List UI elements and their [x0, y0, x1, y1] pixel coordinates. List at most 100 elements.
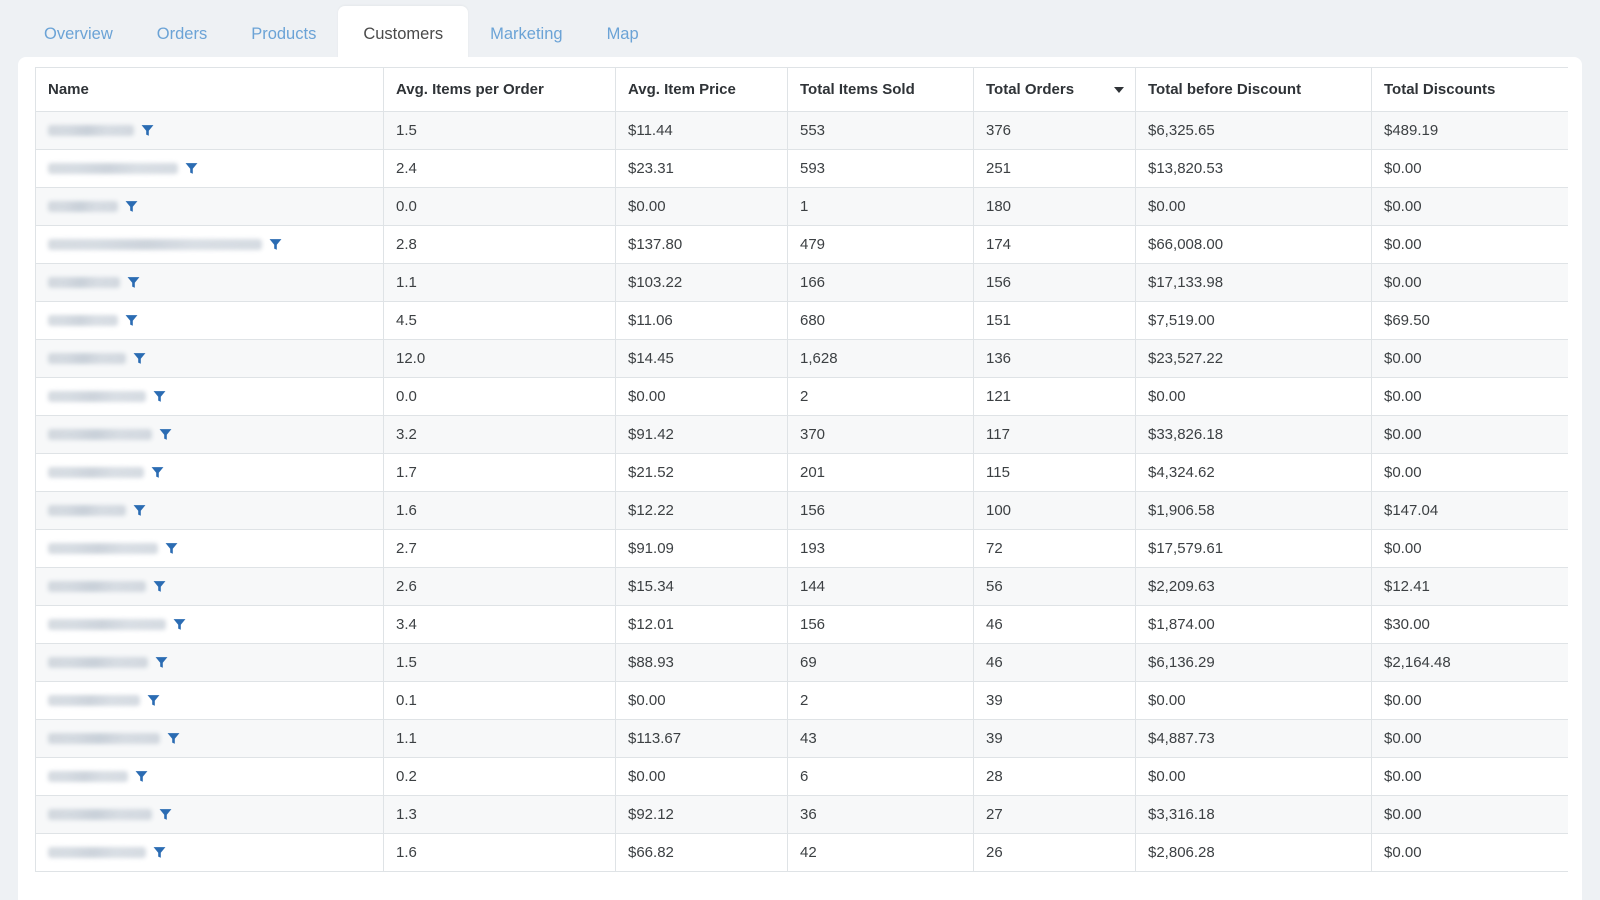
- table-row[interactable]: 2.4 $23.31 593 251 $13,820.53 $0.00: [35, 149, 1568, 188]
- table-row[interactable]: 2.6 $15.34 144 56 $2,209.63 $12.41: [35, 567, 1568, 606]
- filter-funnel-icon[interactable]: [153, 846, 166, 859]
- cell-total-discounts: $0.00: [1371, 795, 1568, 834]
- filter-funnel-icon[interactable]: [159, 428, 172, 441]
- tab-products[interactable]: Products: [229, 12, 338, 56]
- redacted-customer-name: [48, 429, 152, 440]
- cell-total-discounts: $0.00: [1371, 833, 1568, 872]
- cell-avg-items-per-order: 0.0: [383, 187, 616, 226]
- cell-customer-name[interactable]: [35, 415, 384, 454]
- cell-customer-name[interactable]: [35, 757, 384, 796]
- cell-total-discounts: $0.00: [1371, 719, 1568, 758]
- cell-customer-name[interactable]: [35, 263, 384, 302]
- filter-funnel-icon[interactable]: [125, 314, 138, 327]
- cell-customer-name[interactable]: [35, 111, 384, 150]
- table-row[interactable]: 3.2 $91.42 370 117 $33,826.18 $0.00: [35, 415, 1568, 454]
- cell-customer-name[interactable]: [35, 187, 384, 226]
- table-row[interactable]: 2.8 $137.80 479 174 $66,008.00 $0.00: [35, 225, 1568, 264]
- column-header-avg-item-price[interactable]: Avg. Item Price: [615, 67, 788, 112]
- column-header-total-orders[interactable]: Total Orders: [973, 67, 1136, 112]
- cell-customer-name[interactable]: [35, 377, 384, 416]
- cell-customer-name[interactable]: [35, 681, 384, 720]
- filter-funnel-icon[interactable]: [167, 732, 180, 745]
- column-header-label: Avg. Items per Order: [396, 81, 544, 98]
- cell-customer-name[interactable]: [35, 339, 384, 378]
- cell-avg-item-price: $137.80: [615, 225, 788, 264]
- cell-total-before-discount: $0.00: [1135, 757, 1372, 796]
- cell-avg-item-price: $14.45: [615, 339, 788, 378]
- filter-funnel-icon[interactable]: [147, 694, 160, 707]
- filter-funnel-icon[interactable]: [173, 618, 186, 631]
- table-row[interactable]: 0.0 $0.00 1 180 $0.00 $0.00: [35, 187, 1568, 226]
- cell-customer-name[interactable]: [35, 225, 384, 264]
- cell-customer-name[interactable]: [35, 795, 384, 834]
- cell-customer-name[interactable]: [35, 529, 384, 568]
- redacted-customer-name: [48, 505, 126, 516]
- filter-funnel-icon[interactable]: [151, 466, 164, 479]
- cell-customer-name[interactable]: [35, 719, 384, 758]
- tab-overview[interactable]: Overview: [22, 12, 135, 56]
- redacted-customer-name: [48, 391, 146, 402]
- filter-funnel-icon[interactable]: [153, 580, 166, 593]
- column-header-total-before-discount[interactable]: Total before Discount: [1135, 67, 1372, 112]
- table-row[interactable]: 1.6 $12.22 156 100 $1,906.58 $147.04: [35, 491, 1568, 530]
- table-row[interactable]: 12.0 $14.45 1,628 136 $23,527.22 $0.00: [35, 339, 1568, 378]
- table-row[interactable]: 4.5 $11.06 680 151 $7,519.00 $69.50: [35, 301, 1568, 340]
- cell-total-items-sold: 680: [787, 301, 974, 340]
- column-header-name[interactable]: Name: [35, 67, 384, 112]
- tab-marketing[interactable]: Marketing: [468, 12, 584, 56]
- cell-customer-name[interactable]: [35, 567, 384, 606]
- cell-avg-items-per-order: 0.2: [383, 757, 616, 796]
- customer-name-wrapper: [48, 417, 371, 453]
- cell-total-items-sold: 1,628: [787, 339, 974, 378]
- redacted-customer-name: [48, 353, 126, 364]
- cell-total-orders: 180: [973, 187, 1136, 226]
- tab-map[interactable]: Map: [585, 12, 661, 56]
- cell-avg-items-per-order: 0.0: [383, 377, 616, 416]
- cell-customer-name[interactable]: [35, 301, 384, 340]
- column-header-total-discounts[interactable]: Total Discounts: [1371, 67, 1568, 112]
- cell-total-items-sold: 166: [787, 263, 974, 302]
- cell-avg-items-per-order: 1.5: [383, 111, 616, 150]
- table-row[interactable]: 0.2 $0.00 6 28 $0.00 $0.00: [35, 757, 1568, 796]
- cell-customer-name[interactable]: [35, 453, 384, 492]
- cell-total-before-discount: $4,324.62: [1135, 453, 1372, 492]
- filter-funnel-icon[interactable]: [133, 352, 146, 365]
- table-row[interactable]: 3.4 $12.01 156 46 $1,874.00 $30.00: [35, 605, 1568, 644]
- tab-customers[interactable]: Customers: [338, 6, 469, 62]
- table-row[interactable]: 0.1 $0.00 2 39 $0.00 $0.00: [35, 681, 1568, 720]
- table-row[interactable]: 0.0 $0.00 2 121 $0.00 $0.00: [35, 377, 1568, 416]
- column-header-avg-items-per-order[interactable]: Avg. Items per Order: [383, 67, 616, 112]
- table-row[interactable]: 1.1 $113.67 43 39 $4,887.73 $0.00: [35, 719, 1568, 758]
- filter-funnel-icon[interactable]: [133, 504, 146, 517]
- table-row[interactable]: 1.7 $21.52 201 115 $4,324.62 $0.00: [35, 453, 1568, 492]
- filter-funnel-icon[interactable]: [127, 276, 140, 289]
- cell-customer-name[interactable]: [35, 491, 384, 530]
- tab-orders[interactable]: Orders: [135, 12, 229, 56]
- column-header-total-items-sold[interactable]: Total Items Sold: [787, 67, 974, 112]
- filter-funnel-icon[interactable]: [159, 808, 172, 821]
- cell-avg-item-price: $12.01: [615, 605, 788, 644]
- table-row[interactable]: 1.3 $92.12 36 27 $3,316.18 $0.00: [35, 795, 1568, 834]
- filter-funnel-icon[interactable]: [155, 656, 168, 669]
- cell-avg-item-price: $11.06: [615, 301, 788, 340]
- redacted-customer-name: [48, 581, 146, 592]
- filter-funnel-icon[interactable]: [165, 542, 178, 555]
- sort-descending-icon[interactable]: [1114, 86, 1124, 93]
- filter-funnel-icon[interactable]: [185, 162, 198, 175]
- filter-funnel-icon[interactable]: [141, 124, 154, 137]
- cell-customer-name[interactable]: [35, 833, 384, 872]
- filter-funnel-icon[interactable]: [125, 200, 138, 213]
- cell-avg-item-price: $66.82: [615, 833, 788, 872]
- cell-customer-name[interactable]: [35, 643, 384, 682]
- table-row[interactable]: 1.1 $103.22 166 156 $17,133.98 $0.00: [35, 263, 1568, 302]
- table-row[interactable]: 1.5 $88.93 69 46 $6,136.29 $2,164.48: [35, 643, 1568, 682]
- cell-customer-name[interactable]: [35, 149, 384, 188]
- filter-funnel-icon[interactable]: [269, 238, 282, 251]
- customers-table-scroll-area[interactable]: Name Avg. Items per Order Avg. Item Price T…: [35, 67, 1568, 900]
- table-row[interactable]: 2.7 $91.09 193 72 $17,579.61 $0.00: [35, 529, 1568, 568]
- filter-funnel-icon[interactable]: [135, 770, 148, 783]
- cell-customer-name[interactable]: [35, 605, 384, 644]
- table-row[interactable]: 1.5 $11.44 553 376 $6,325.65 $489.19: [35, 111, 1568, 150]
- table-row[interactable]: 1.6 $66.82 42 26 $2,806.28 $0.00: [35, 833, 1568, 872]
- filter-funnel-icon[interactable]: [153, 390, 166, 403]
